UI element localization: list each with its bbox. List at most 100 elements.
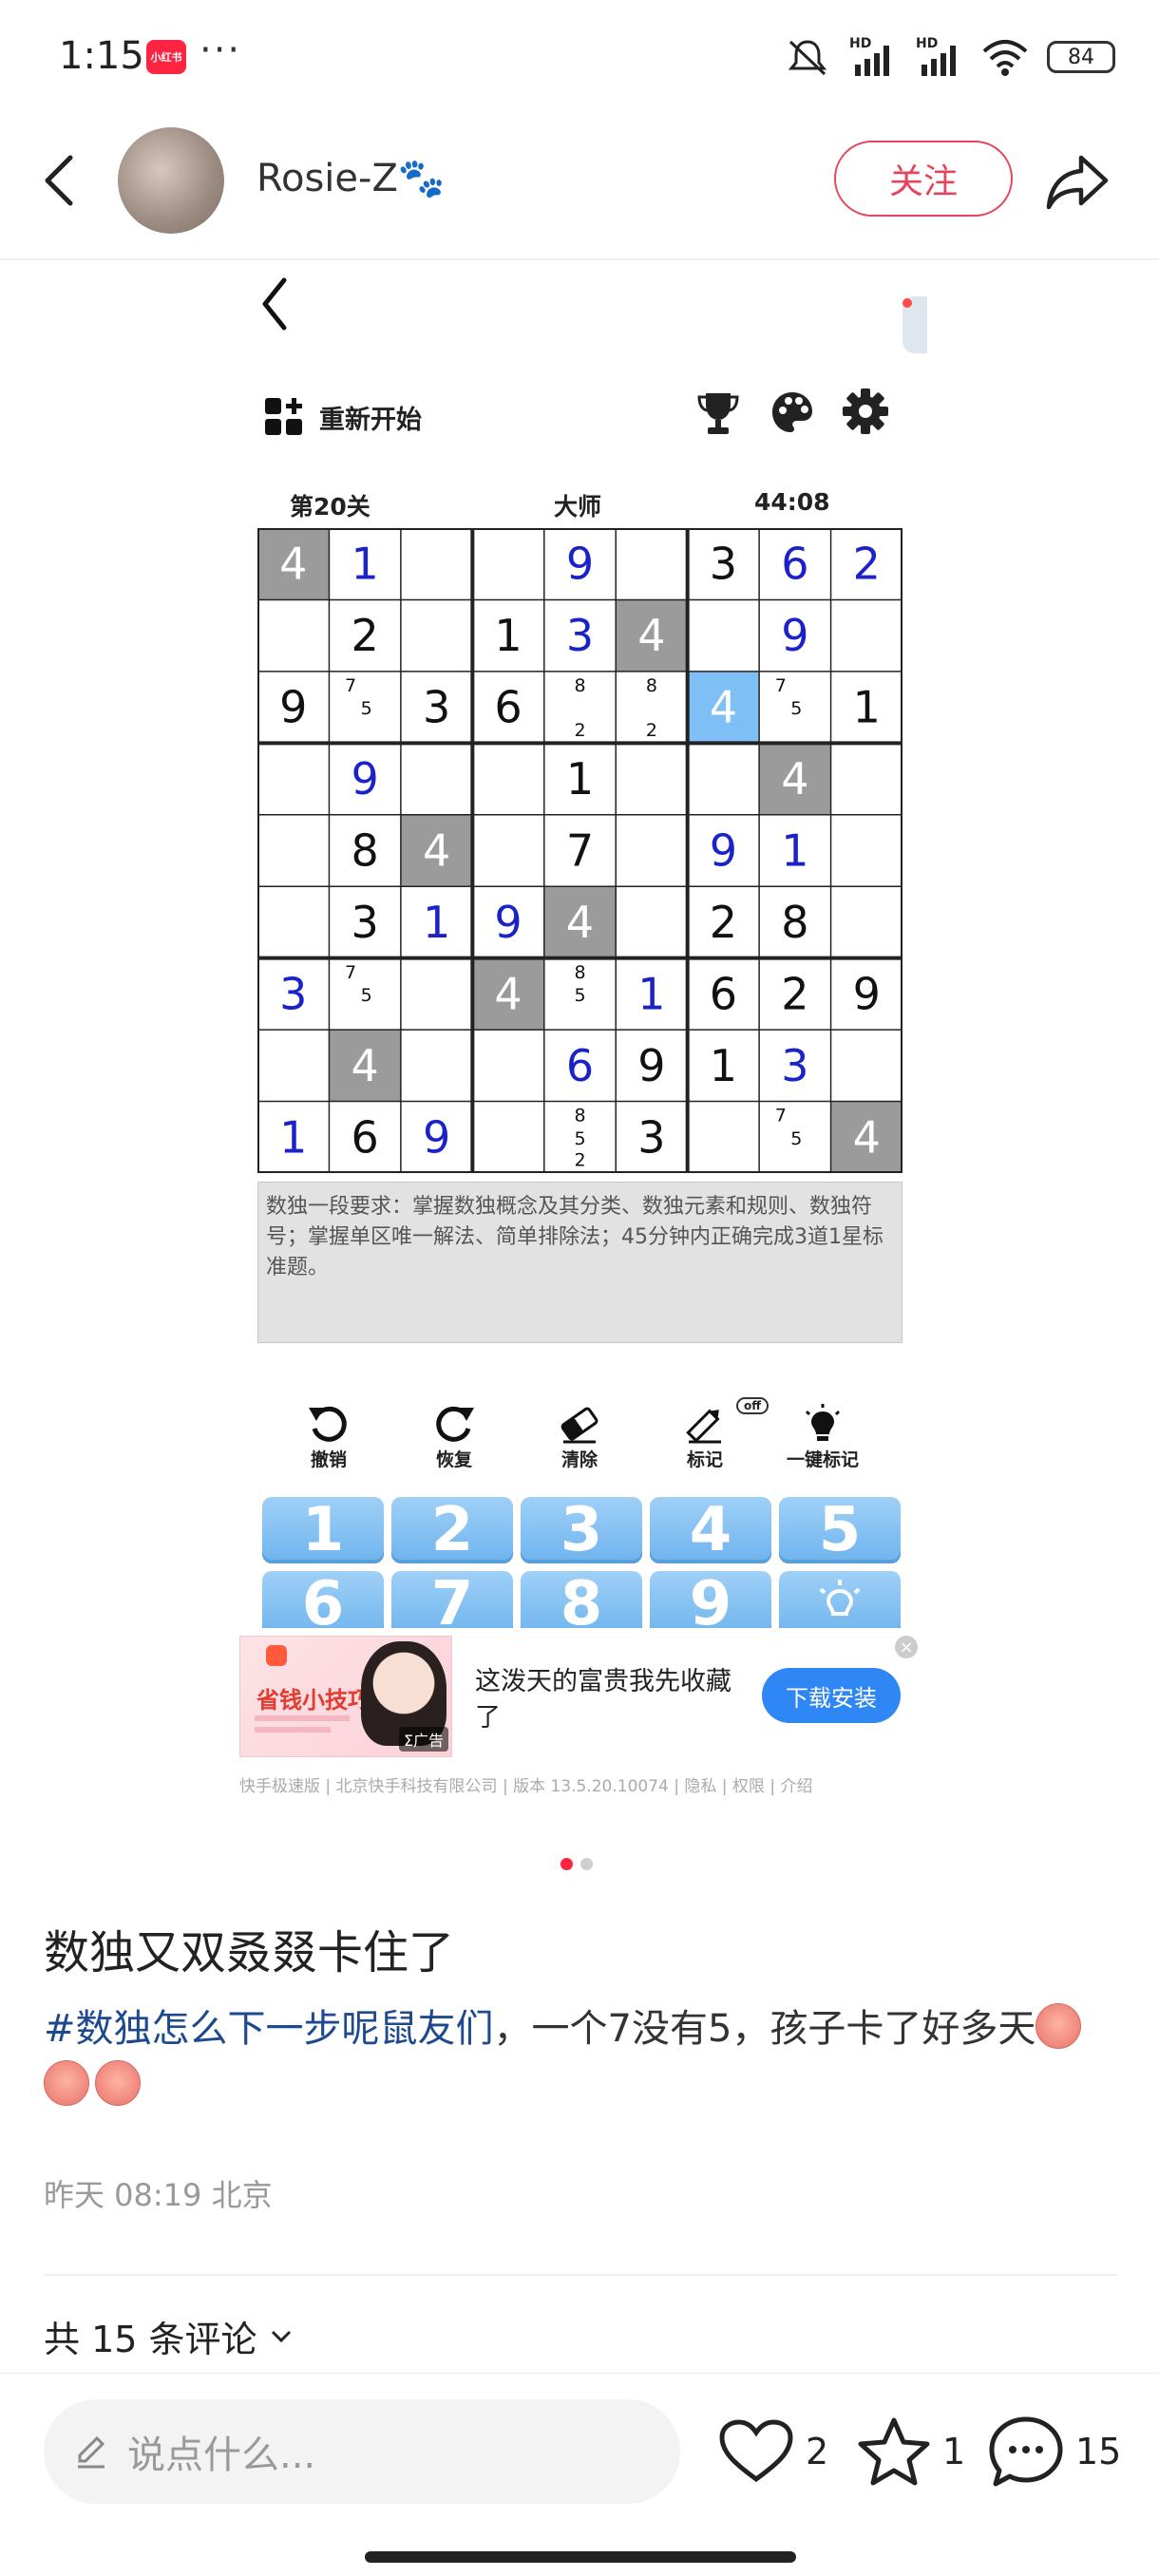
sudoku-cell-r8c4[interactable] [472, 1030, 544, 1102]
comment-input[interactable]: 说点什么... [44, 2399, 680, 2504]
sudoku-cell-r8c9[interactable] [830, 1030, 902, 1102]
candidate-note: 8 [574, 1106, 585, 1127]
key-1[interactable]: 1 [262, 1497, 384, 1565]
cell-digit: 3 [423, 682, 450, 733]
cell-digit: 2 [352, 610, 379, 661]
cell-digit: 9 [423, 1111, 450, 1163]
hint-key[interactable] [779, 1571, 901, 1628]
ad-app-logo [266, 1645, 287, 1666]
back-arrow-icon[interactable] [36, 152, 84, 209]
post-title: 数独又双叒叕卡住了 [44, 1926, 455, 1979]
cell-digit: 1 [566, 753, 594, 805]
sudoku-cell-r2c1[interactable] [257, 599, 330, 672]
comment-placeholder: 说点什么... [127, 2434, 316, 2477]
sudoku-cell-r8c3[interactable] [400, 1030, 473, 1102]
cell-digit: 3 [637, 1111, 665, 1163]
status-icons: HD HD 84 [785, 28, 1115, 85]
sudoku-cell-r2c7[interactable] [687, 599, 760, 672]
cell-digit: 8 [352, 825, 379, 877]
sudoku-cell-r1c3[interactable] [400, 528, 473, 600]
signal-icon-2: HD [914, 36, 963, 78]
key-9[interactable]: 9 [650, 1569, 771, 1628]
sudoku-cell-r1c4[interactable] [472, 528, 544, 600]
comment-button[interactable]: 15 [988, 2416, 1122, 2487]
share-icon[interactable] [1043, 152, 1112, 213]
sudoku-cell-r5c4[interactable] [472, 814, 544, 887]
auto-mark-button[interactable]: 一键标记 [775, 1404, 870, 1471]
clear-button[interactable]: 清除 [532, 1404, 627, 1471]
cell-digit: 6 [352, 1111, 379, 1163]
ad-text[interactable]: 这泼天的富贵我先收藏了 [475, 1664, 741, 1736]
key-6[interactable]: 6 [262, 1569, 384, 1628]
sudoku-cell-r5c1[interactable] [257, 814, 330, 887]
key-7[interactable]: 7 [391, 1569, 513, 1628]
pencil-icon [686, 1409, 721, 1444]
key-8[interactable]: 8 [521, 1569, 642, 1628]
sudoku-cell-r6c9[interactable] [830, 886, 902, 958]
key-5[interactable]: 5 [779, 1497, 901, 1565]
comment-count-toggle[interactable]: 共 15 条评论 [44, 2310, 294, 2362]
sudoku-cell-r6c1[interactable] [257, 886, 330, 958]
key-2[interactable]: 2 [391, 1497, 513, 1565]
sudoku-cell-r7c3[interactable] [400, 957, 473, 1031]
cell-digit: 9 [352, 753, 379, 805]
sudoku-cell-r9c7[interactable] [687, 1101, 760, 1173]
comment-bubble-icon [989, 2416, 1063, 2487]
sudoku-cell-r4c3[interactable] [400, 743, 473, 815]
ad-footer: 快手极速版 | 北京快手科技有限公司 | 版本 13.5.20.10074 | … [239, 1777, 813, 1796]
comment-count-label: 共 15 条评论 [44, 2319, 257, 2360]
eraser-icon [560, 1407, 598, 1444]
cell-digit: 4 [781, 753, 808, 805]
mark-off-toggle[interactable]: off [736, 1397, 769, 1414]
sudoku-cell-r4c1[interactable] [257, 743, 330, 815]
trophy-icon [697, 393, 739, 434]
star-icon [858, 2417, 930, 2486]
status-time: 1:15 [59, 34, 144, 78]
cell-digit: 1 [352, 539, 379, 590]
sudoku-cell-r2c9[interactable] [830, 599, 902, 672]
undo-button[interactable]: 撤销 [281, 1404, 376, 1471]
sudoku-cell-r4c7[interactable] [687, 743, 760, 815]
cell-digit: 4 [423, 825, 450, 877]
sudoku-cell-r2c3[interactable] [400, 599, 473, 672]
key-3[interactable]: 3 [521, 1497, 642, 1565]
hint-bulb-icon [819, 1580, 861, 1616]
sudoku-cell-r5c9[interactable] [830, 814, 902, 887]
sudoku-cell-r6c6[interactable] [616, 886, 688, 958]
ad-download-button[interactable]: 下载安装 [762, 1668, 901, 1723]
pager-dot-active[interactable] [560, 1858, 573, 1870]
cell-digit: 4 [637, 610, 665, 661]
candidate-note: 2 [574, 1149, 585, 1170]
level-label: 第20关 [290, 493, 370, 521]
author-name[interactable]: Rosie-Z🐾 [256, 156, 446, 200]
number-keypad: 1 2 3 4 5 6 7 8 9 [256, 1497, 902, 1628]
cell-digit: 8 [781, 897, 808, 948]
post-hashtag[interactable]: #数独怎么下一步呢鼠友们 [44, 2007, 494, 2051]
sudoku-cell-r5c6[interactable] [616, 814, 688, 887]
sudoku-cell-r4c4[interactable] [472, 743, 544, 815]
game-back-arrow-icon [262, 277, 287, 331]
comment-count: 15 [1075, 2431, 1122, 2472]
cell-digit: 9 [781, 610, 808, 661]
sudoku-cell-r9c4[interactable] [472, 1101, 544, 1173]
author-avatar[interactable] [118, 127, 224, 234]
pager-dot[interactable] [580, 1858, 593, 1870]
sudoku-cell-r4c9[interactable] [830, 743, 902, 815]
like-button[interactable]: 2 [718, 2418, 828, 2485]
ad-close-button[interactable]: × [895, 1636, 918, 1658]
cell-digit: 1 [781, 825, 808, 877]
key-4[interactable]: 4 [650, 1497, 771, 1565]
sudoku-cell-r4c6[interactable] [616, 743, 688, 815]
bottom-divider [0, 2373, 1159, 2374]
sudoku-cell-r1c6[interactable] [616, 528, 688, 600]
cell-digit: 1 [637, 968, 665, 1019]
image-pager [560, 1858, 593, 1870]
collect-button[interactable]: 1 [857, 2417, 965, 2486]
follow-button[interactable]: 关注 [834, 141, 1013, 217]
redo-button[interactable]: 恢复 [407, 1404, 502, 1471]
mark-button[interactable]: 标记 [657, 1404, 752, 1471]
candidate-note: 7 [345, 675, 356, 696]
cell-digit: 1 [853, 682, 881, 733]
sudoku-cell-r8c1[interactable] [257, 1030, 330, 1102]
home-indicator[interactable] [365, 2551, 796, 2563]
